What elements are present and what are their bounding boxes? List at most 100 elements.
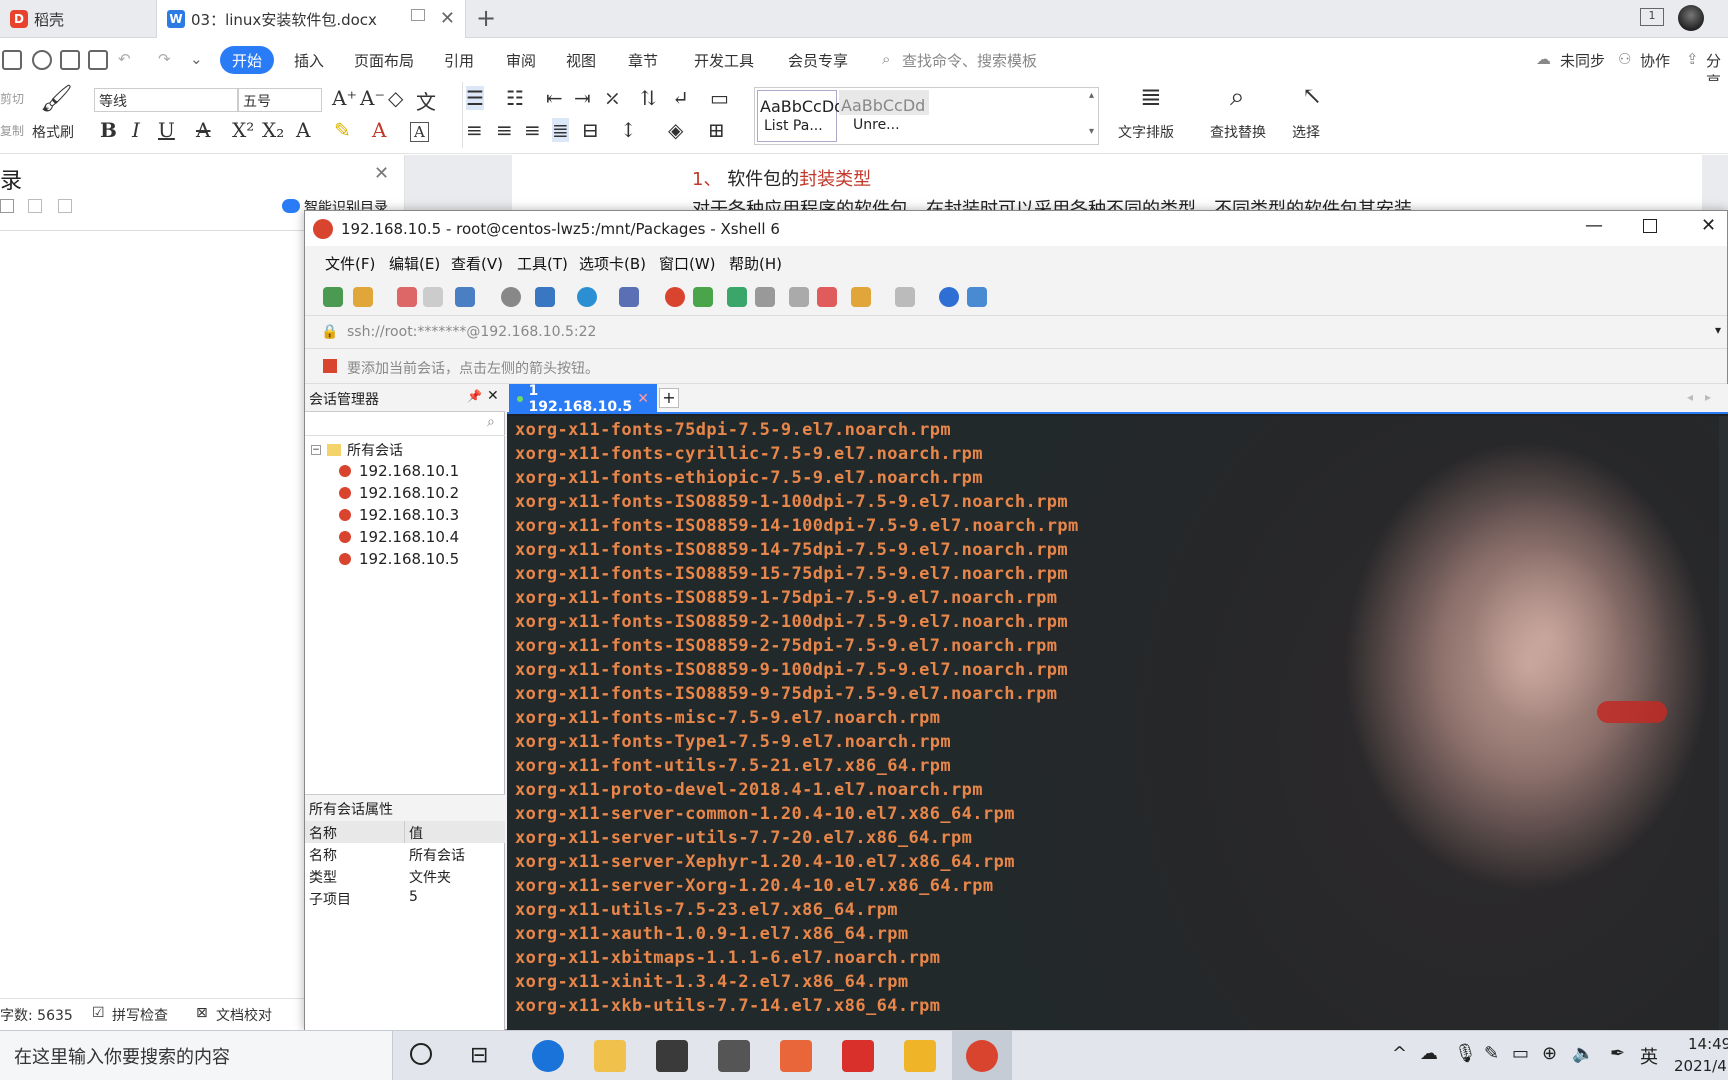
window-count-icon[interactable]: 1 — [1640, 8, 1664, 26]
highlight-icon[interactable]: ✎ — [334, 118, 351, 142]
volume-icon[interactable]: 🔈 — [1572, 1043, 1594, 1064]
menu-view[interactable]: 查看(V) — [451, 253, 503, 274]
decrease-indent-icon[interactable]: ⇤ — [546, 86, 563, 110]
menu-file[interactable]: 文件(F) — [325, 253, 375, 274]
menu-references[interactable]: 引用 — [444, 50, 474, 71]
font-name-select[interactable]: 等线 — [94, 88, 238, 112]
font-color-icon[interactable]: A — [372, 118, 386, 142]
new-tab-button[interactable]: + — [476, 4, 496, 32]
table-tools-icon[interactable]: ▭ — [710, 86, 729, 110]
taskbar-search-input[interactable]: 在这里输入你要搜索的内容 — [0, 1031, 393, 1080]
numbered-list-icon[interactable]: ☷ — [506, 86, 524, 110]
address-dropdown-icon[interactable]: ▾ — [1715, 323, 1721, 337]
tab-daoke[interactable]: D 稻壳 — [0, 0, 155, 38]
find-replace-icon[interactable]: ⌕ — [1230, 82, 1245, 113]
session-item[interactable]: 192.168.10.3 — [311, 504, 501, 526]
strikethrough-icon[interactable]: A — [196, 118, 210, 142]
bold-icon[interactable]: B — [100, 118, 117, 142]
collaborate-button[interactable]: 协作 — [1640, 50, 1670, 71]
font-shrink-icon[interactable]: A⁻ — [360, 86, 385, 110]
align-center-icon[interactable]: ≡ — [496, 118, 513, 142]
font-size-select[interactable]: 五号 — [238, 88, 322, 112]
spell-check-button[interactable]: 拼写检查 — [112, 1005, 168, 1025]
italic-icon[interactable]: I — [132, 118, 140, 142]
style-list-paragraph[interactable]: AaBbCcDd List Pa... — [757, 90, 844, 142]
tab-scroll-right-icon[interactable]: ▸ — [1705, 390, 1711, 404]
align-right-icon[interactable]: ≡ — [524, 118, 541, 142]
tab-document[interactable]: W 03：linux安装软件包.docx ✕ — [156, 0, 466, 38]
show-hidden-icons-icon[interactable]: ^ — [1392, 1043, 1407, 1064]
word-count[interactable]: 字数: 5635 — [0, 1005, 73, 1025]
help-icon[interactable] — [939, 287, 959, 307]
globe-icon[interactable] — [577, 287, 597, 307]
justify-icon[interactable]: ≣ — [552, 118, 569, 142]
menu-help[interactable]: 帮助(H) — [729, 253, 782, 274]
clock-date[interactable]: 2021/4 — [1674, 1057, 1727, 1075]
user-avatar[interactable] — [1678, 5, 1704, 31]
close-window-icon[interactable]: ✕ — [1701, 215, 1716, 236]
bookmark-icon[interactable] — [323, 359, 337, 373]
task-view-icon[interactable]: ⊟ — [470, 1043, 488, 1068]
pin-icon[interactable]: 📌 — [467, 389, 482, 403]
photos-icon[interactable] — [780, 1040, 812, 1072]
reconnect-icon[interactable] — [397, 287, 417, 307]
maximize-icon[interactable] — [1643, 219, 1657, 233]
close-nav-icon[interactable]: ✕ — [374, 163, 389, 184]
clear-format-icon[interactable]: ◇ — [388, 86, 403, 110]
font-icon[interactable] — [619, 287, 639, 307]
menu-tools[interactable]: 工具(T) — [517, 253, 568, 274]
address-input[interactable]: ssh://root:*******@192.168.10.5:22 — [347, 324, 596, 340]
print-icon[interactable] — [60, 50, 80, 70]
gallery-expand-icon[interactable]: ▾ — [1089, 126, 1094, 137]
properties-icon[interactable] — [455, 287, 475, 307]
session-item[interactable]: 192.168.10.4 — [311, 526, 501, 548]
remove-icon[interactable] — [58, 199, 72, 213]
xftp-icon[interactable] — [665, 287, 685, 307]
bullet-list-icon[interactable]: ☰ — [466, 86, 484, 110]
line-spacing-icon[interactable]: ↕ — [620, 118, 637, 142]
close-tab-icon[interactable]: ✕ — [637, 391, 649, 407]
select-button[interactable]: 选择 — [1292, 122, 1320, 142]
mail-icon[interactable] — [718, 1040, 750, 1072]
phonetic-guide-icon[interactable]: 文 — [416, 86, 436, 115]
file-explorer-icon[interactable] — [594, 1040, 626, 1072]
xshell-taskbar-button[interactable] — [952, 1031, 1012, 1080]
remote-desktop-icon[interactable] — [904, 1040, 936, 1072]
cortana-icon[interactable] — [410, 1043, 432, 1065]
font-grow-icon[interactable]: A⁺ — [332, 86, 357, 110]
close-panel-icon[interactable]: ✕ — [487, 388, 499, 404]
menu-view[interactable]: 视图 — [566, 50, 596, 71]
close-tab-icon[interactable]: ✕ — [440, 8, 455, 29]
tunnel-icon[interactable] — [895, 287, 915, 307]
terminal-tab[interactable]: 1 192.168.10.5 ✕ — [509, 383, 657, 415]
superscript-icon[interactable]: X² — [232, 118, 254, 142]
property-row[interactable]: 类型 文件夹 — [305, 865, 505, 887]
fullscreen-icon[interactable] — [727, 287, 747, 307]
ink-workspace-icon[interactable]: ✒ — [1610, 1043, 1625, 1064]
disconnect-icon[interactable] — [423, 287, 443, 307]
lock-icon[interactable] — [755, 287, 775, 307]
text-effect-icon[interactable]: A — [296, 118, 310, 142]
find-replace-button[interactable]: 查找替换 — [1210, 122, 1266, 142]
collapse-icon[interactable] — [0, 199, 14, 213]
chat-icon[interactable] — [967, 287, 987, 307]
terminal-output[interactable]: xorg-x11-fonts-75dpi-7.5-9.el7.noarch.rp… — [507, 416, 1728, 1031]
distributed-align-icon[interactable]: ⊟ — [582, 118, 599, 142]
session-item[interactable]: 192.168.10.5 — [311, 548, 501, 570]
menu-tabs[interactable]: 选项卡(B) — [579, 253, 646, 274]
pen-icon[interactable]: ✎ — [1484, 1043, 1499, 1064]
menu-developer[interactable]: 开发工具 — [694, 50, 754, 71]
microphone-icon[interactable]: 🎙 — [1454, 1043, 1477, 1064]
tree-root[interactable]: − 所有会话 — [311, 440, 501, 460]
redo-icon[interactable]: ↷ — [158, 50, 171, 68]
menu-page-layout[interactable]: 页面布局 — [354, 50, 414, 71]
network-icon[interactable]: ⊕ — [1542, 1043, 1557, 1064]
highlight-icon[interactable] — [817, 287, 837, 307]
edge-icon[interactable] — [532, 1040, 564, 1072]
chinese-layout-icon[interactable]: ⤫ — [604, 86, 621, 110]
menu-insert[interactable]: 插入 — [294, 50, 324, 71]
style-unresolved[interactable]: AaBbCcDd Unre... — [839, 90, 929, 142]
cut-button[interactable]: 剪切 — [0, 90, 24, 107]
menu-chapter[interactable]: 章节 — [628, 50, 658, 71]
minimize-icon[interactable]: — — [1585, 215, 1603, 236]
